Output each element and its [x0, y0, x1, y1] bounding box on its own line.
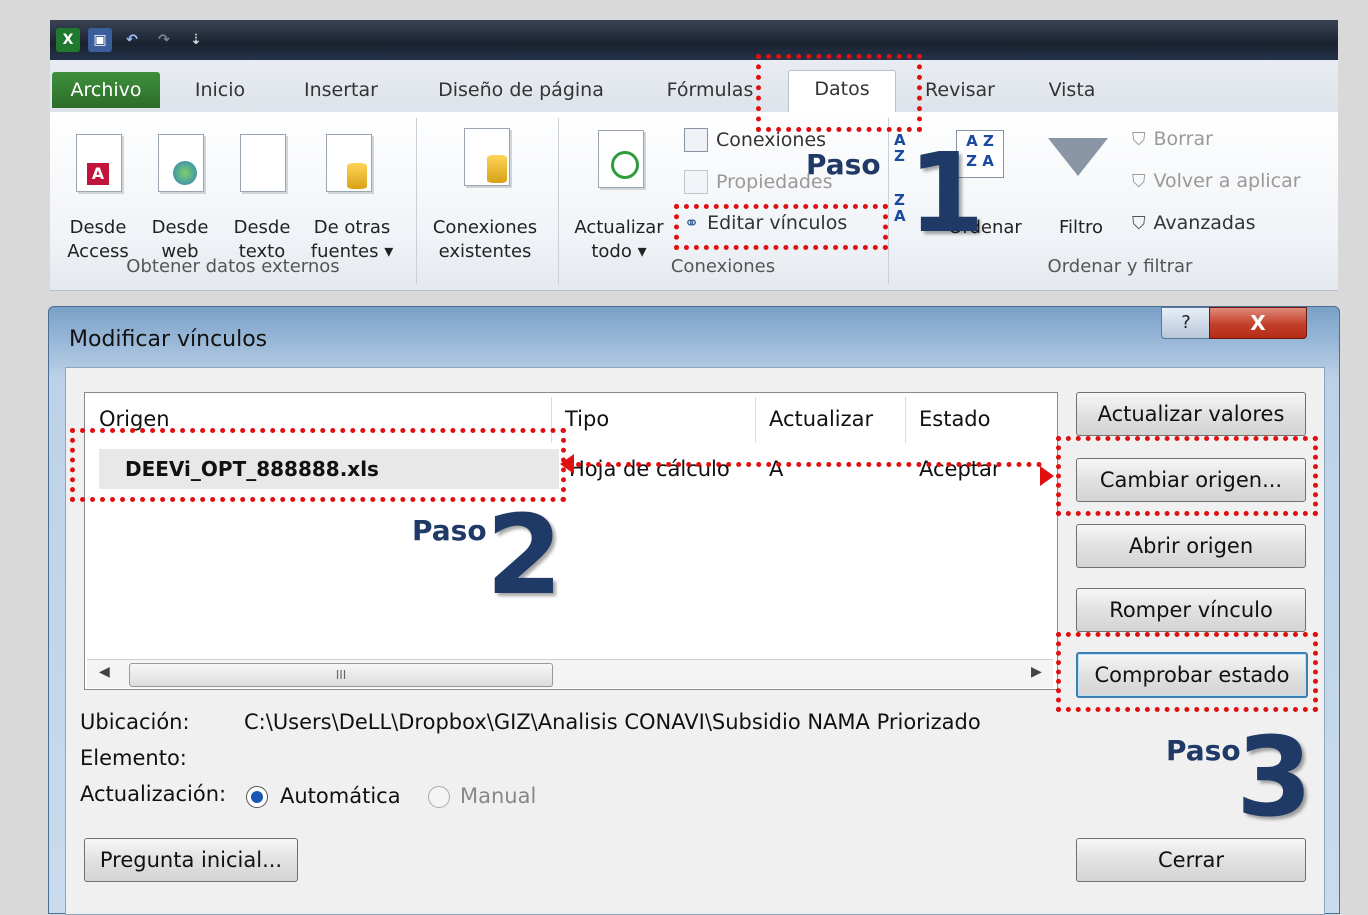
arrow-line: [566, 462, 1042, 467]
title-bar: X ▣ ↶ ↷ ⇣: [50, 20, 1338, 60]
tab-diseno-pagina[interactable]: Diseño de página: [428, 72, 614, 108]
undo-icon[interactable]: ↶: [120, 28, 144, 52]
conexiones-existentes-button[interactable]: Conexiones existentes: [420, 216, 550, 264]
tab-archivo[interactable]: Archivo: [52, 72, 160, 108]
reapply-icon: ⛉: [1132, 170, 1146, 192]
advanced-filter-icon: ⛉: [1132, 212, 1146, 234]
paso-label: Paso: [1166, 734, 1241, 767]
automatica-radio[interactable]: [246, 786, 268, 808]
close-button[interactable]: X: [1209, 307, 1307, 339]
button-label: Desde: [151, 217, 209, 238]
automatica-label[interactable]: Automática: [280, 784, 401, 808]
dialog-title: Modificar vínculos: [69, 327, 268, 352]
elemento-label: Elemento:: [80, 746, 187, 770]
properties-icon: [684, 170, 708, 194]
modificar-vinculos-dialog: Modificar vínculos ? X Origen Tipo Actua…: [48, 306, 1340, 915]
volver-aplicar-button[interactable]: ⛉ Volver a aplicar: [1132, 170, 1301, 192]
button-label: De otras: [313, 217, 391, 238]
button-label: Avanzadas: [1153, 212, 1256, 234]
button-label: Conexiones: [432, 217, 538, 238]
cell-actualizar: A: [769, 457, 784, 481]
filter-icon: [1048, 138, 1108, 176]
abrir-origen-button[interactable]: Abrir origen: [1076, 524, 1306, 568]
arrow-left-icon: [560, 454, 574, 474]
step-number-2: 2: [486, 491, 563, 619]
tab-insertar[interactable]: Insertar: [296, 72, 386, 108]
connections-icon: [684, 128, 708, 152]
manual-radio[interactable]: [428, 786, 450, 808]
column-header-tipo[interactable]: Tipo: [565, 407, 609, 431]
ubicacion-label: Ubicación:: [80, 710, 190, 734]
redo-icon[interactable]: ↷: [152, 28, 176, 52]
actualizacion-label: Actualización:: [80, 782, 227, 806]
ribbon: A Desde Access Desde web Desde texto De otr…: [50, 112, 1338, 291]
tab-vista[interactable]: Vista: [1042, 72, 1102, 108]
actualizar-valores-button[interactable]: Actualizar valores: [1076, 392, 1306, 436]
clear-filter-icon: ⛉: [1132, 128, 1146, 150]
column-header-estado[interactable]: Estado: [919, 407, 991, 431]
scroll-right-icon[interactable]: ▶: [1031, 664, 1042, 680]
group-label-conexiones: Conexiones: [670, 256, 776, 277]
borrar-button[interactable]: ⛉ Borrar: [1132, 128, 1213, 150]
text-file-icon: [240, 134, 286, 192]
help-button[interactable]: ?: [1161, 307, 1211, 339]
filtro-button[interactable]: Filtro: [1046, 216, 1116, 240]
paso-label: Paso: [412, 514, 487, 547]
button-label: Borrar: [1153, 128, 1213, 150]
highlight-editar-vinculos: [674, 204, 888, 250]
column-header-actualizar[interactable]: Actualizar: [769, 407, 873, 431]
highlight-cambiar-origen: [1056, 436, 1318, 516]
button-label: Desde: [233, 217, 291, 238]
group-separator: [888, 118, 889, 284]
thumb-grip: III: [335, 668, 347, 682]
avanzadas-button[interactable]: ⛉ Avanzadas: [1132, 212, 1256, 234]
button-label: existentes: [438, 241, 532, 262]
paso-label: Paso: [806, 148, 881, 181]
horizontal-scrollbar[interactable]: ◀ III ▶: [87, 659, 1053, 688]
romper-vinculo-button[interactable]: Romper vínculo: [1076, 588, 1306, 632]
sort-za-icon[interactable]: ZA: [894, 192, 906, 224]
scroll-left-icon[interactable]: ◀: [99, 664, 110, 680]
save-icon[interactable]: ▣: [88, 28, 112, 52]
cell-tipo: Hoja de cálculo: [569, 457, 730, 481]
button-label: Volver a aplicar: [1153, 170, 1301, 192]
step-number-1: 1: [908, 129, 985, 257]
ubicacion-value: C:\Users\DeLL\Dropbox\GIZ\Analisis CONAV…: [244, 710, 981, 734]
button-label: Desde: [69, 217, 127, 238]
step-number-3: 3: [1236, 713, 1313, 841]
group-label-obtener: Obtener datos externos: [126, 256, 340, 277]
group-label-ordenar: Ordenar y filtrar: [1047, 256, 1193, 277]
tab-formulas[interactable]: Fórmulas: [662, 72, 758, 108]
pregunta-inicial-button[interactable]: Pregunta inicial...: [84, 838, 298, 882]
customize-qat-icon[interactable]: ⇣: [184, 28, 208, 52]
highlight-comprobar-estado: [1056, 632, 1318, 712]
existing-connections-icon: [464, 128, 510, 186]
quick-access-toolbar: X ▣ ↶ ↷ ⇣: [56, 26, 208, 54]
cerrar-button[interactable]: Cerrar: [1076, 838, 1306, 882]
refresh-all-icon: [598, 130, 644, 188]
tab-revisar[interactable]: Revisar: [918, 72, 1002, 108]
access-icon: A: [76, 134, 122, 192]
arrow-right-icon: [1040, 466, 1054, 486]
button-label: Filtro: [1058, 217, 1104, 238]
ribbon-tabs: Archivo Inicio Insertar Diseño de página…: [50, 60, 1338, 115]
group-separator: [416, 118, 417, 284]
sort-az-icon[interactable]: AZ: [894, 132, 906, 164]
button-label: Actualizar: [574, 217, 664, 238]
cell-estado: Aceptar: [919, 457, 1001, 481]
column-divider: [905, 397, 906, 443]
manual-label[interactable]: Manual: [460, 784, 536, 808]
highlight-tab-datos: [756, 54, 922, 132]
database-icon: [326, 134, 372, 192]
tab-inicio[interactable]: Inicio: [184, 72, 256, 108]
scrollbar-thumb[interactable]: III: [129, 663, 553, 687]
excel-logo-icon: X: [56, 28, 80, 52]
web-icon: [158, 134, 204, 192]
column-divider: [755, 397, 756, 443]
